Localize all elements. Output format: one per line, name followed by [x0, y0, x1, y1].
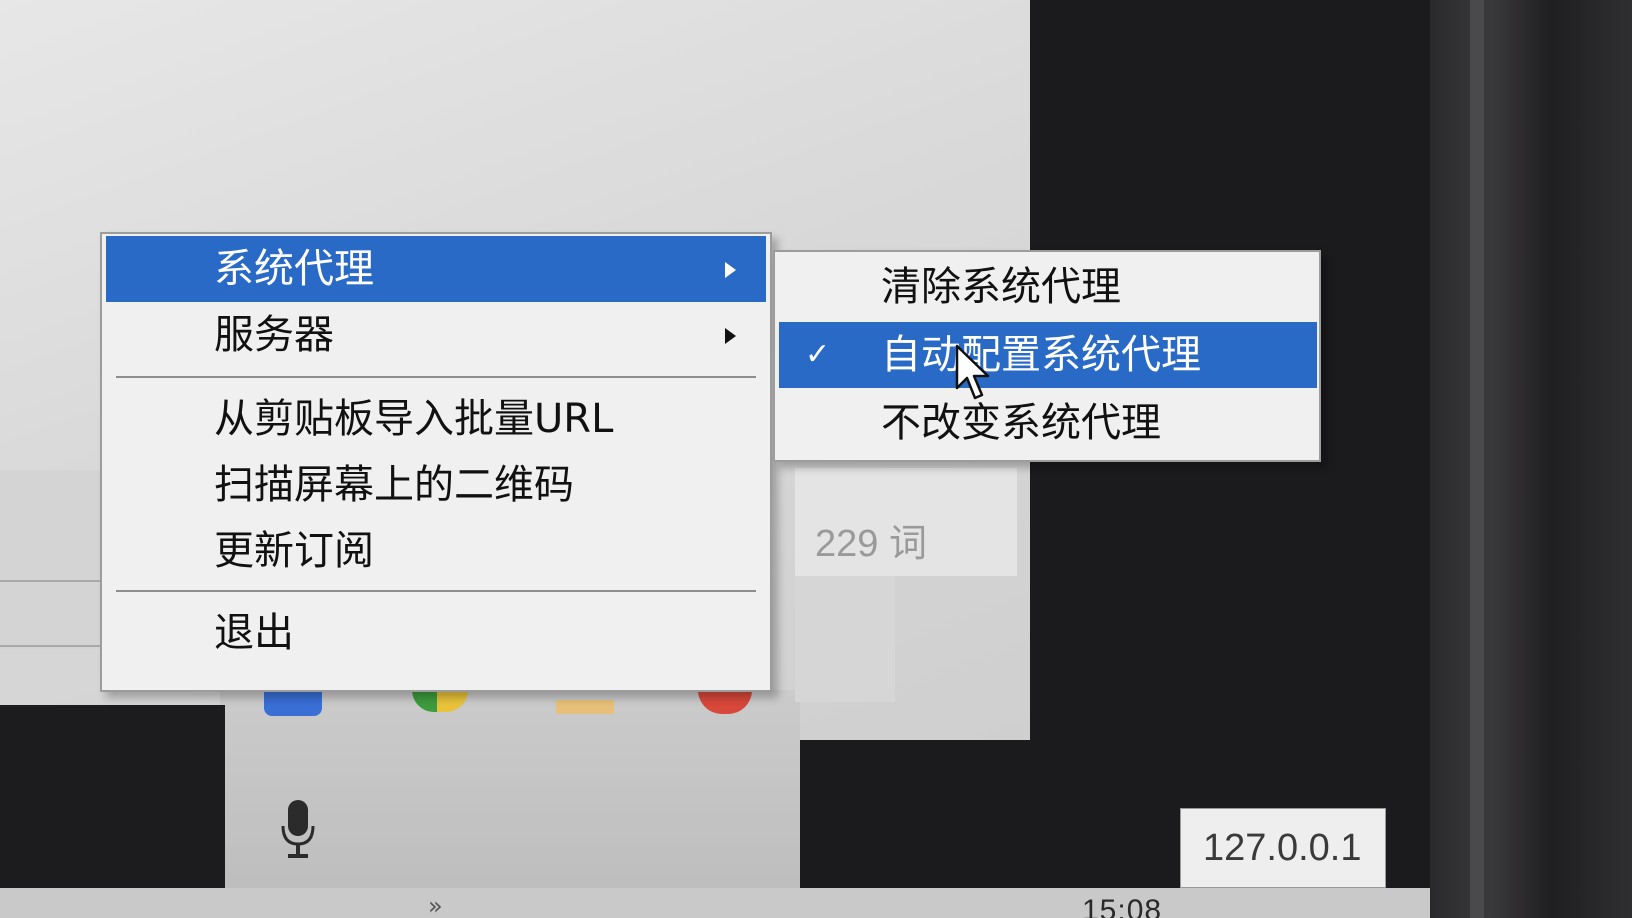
- menu-separator: [116, 376, 756, 378]
- menu-item-label: 从剪贴板导入批量URL: [214, 396, 614, 442]
- tray-tooltip: 127.0.0.1: [1180, 808, 1386, 888]
- monitor-edge: [1470, 0, 1484, 918]
- system-proxy-submenu: 清除系统代理 ✓ 自动配置系统代理 不改变系统代理: [773, 250, 1321, 462]
- menu-item-label: 退出: [214, 610, 294, 656]
- menu-item-import-url[interactable]: 从剪贴板导入批量URL: [106, 386, 766, 452]
- submenu-arrow-icon: [725, 262, 736, 278]
- mouse-cursor-icon: [955, 344, 990, 400]
- menu-item-system-proxy[interactable]: 系统代理: [106, 236, 766, 302]
- submenu-item-keep-proxy[interactable]: 不改变系统代理: [779, 390, 1317, 456]
- taskbar-panel: [220, 690, 800, 900]
- menu-item-exit[interactable]: 退出: [106, 600, 766, 666]
- folder-icon[interactable]: [556, 700, 614, 714]
- status-area: [795, 576, 895, 702]
- menu-item-scan-qr[interactable]: 扫描屏幕上的二维码: [106, 452, 766, 518]
- menu-item-update-subscription[interactable]: 更新订阅: [106, 518, 766, 584]
- app-icon[interactable]: [264, 688, 322, 716]
- submenu-item-clear-proxy[interactable]: 清除系统代理: [779, 254, 1317, 320]
- menu-item-label: 服务器: [214, 312, 334, 358]
- tray-context-menu: 系统代理 服务器 从剪贴板导入批量URL 扫描屏幕上的二维码 更新订阅 退出: [100, 232, 772, 692]
- check-icon: ✓: [805, 337, 831, 372]
- monitor-bezel: [1430, 0, 1632, 918]
- overflow-chevron-icon[interactable]: »: [428, 892, 443, 918]
- microphone-icon[interactable]: [280, 800, 316, 860]
- menu-item-servers[interactable]: 服务器: [106, 302, 766, 368]
- menu-separator: [116, 590, 756, 592]
- menu-item-label: 系统代理: [214, 246, 374, 292]
- submenu-item-auto-proxy[interactable]: ✓ 自动配置系统代理: [779, 322, 1317, 388]
- taskbar-bottom: [0, 888, 1430, 918]
- submenu-item-label: 不改变系统代理: [881, 400, 1161, 446]
- submenu-item-label: 清除系统代理: [881, 264, 1121, 310]
- submenu-item-label: 自动配置系统代理: [881, 332, 1201, 378]
- menu-item-label: 扫描屏幕上的二维码: [214, 462, 574, 508]
- submenu-arrow-icon: [725, 328, 736, 344]
- screen-photo: 229 词 » 15:08 127.0.0.1 系统代理 服务器 从剪贴板导入批…: [0, 0, 1632, 918]
- taskbar-clock[interactable]: 15:08: [1082, 894, 1162, 918]
- word-count-status: 229 词: [795, 468, 1017, 576]
- dark-desktop-area: [0, 705, 225, 905]
- menu-item-label: 更新订阅: [214, 528, 374, 574]
